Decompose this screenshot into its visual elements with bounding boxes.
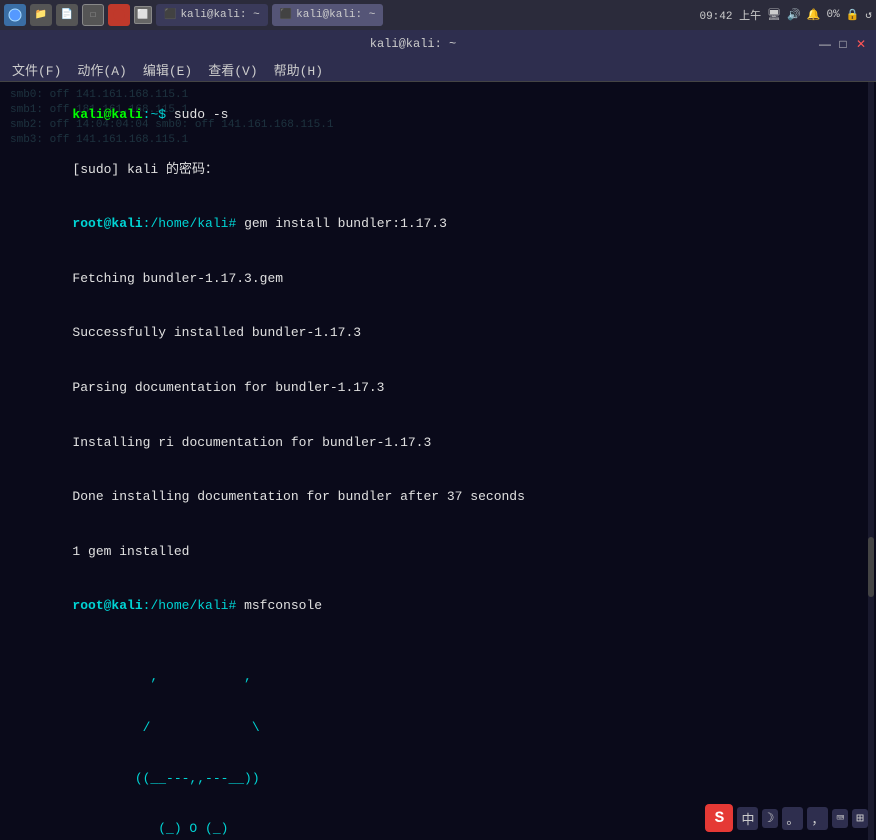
menu-action[interactable]: 动作(A) bbox=[69, 58, 134, 81]
close-button[interactable]: ✕ bbox=[854, 37, 868, 51]
line-sudo-cmd: kali@kali:~$ sudo -s bbox=[10, 88, 866, 143]
taskbar-tab-2[interactable]: ⬛ kali@kali: ~ bbox=[272, 4, 384, 26]
taskbar-icon-folder[interactable]: 📁 bbox=[30, 4, 52, 26]
scrollbar-thumb[interactable] bbox=[868, 537, 874, 597]
line-done-installing: Done installing documentation for bundle… bbox=[10, 470, 866, 525]
taskbar-icon-kali[interactable] bbox=[4, 4, 26, 26]
terminal-window: kali@kali: ~ — □ ✕ 文件(F) 动作(A) 编辑(E) 查看(… bbox=[0, 30, 876, 840]
minimize-button[interactable]: — bbox=[818, 37, 832, 51]
menu-help[interactable]: 帮助(H) bbox=[266, 58, 331, 81]
taskbar-icon-file[interactable]: 📄 bbox=[56, 4, 78, 26]
msf-logo-line4: ((__---,,---__)) bbox=[10, 754, 866, 805]
line-success-install: Successfully installed bundler-1.17.3 bbox=[10, 306, 866, 361]
taskbar-icon-browser[interactable]: ⬜ bbox=[134, 6, 152, 24]
maximize-button[interactable]: □ bbox=[836, 37, 850, 51]
menu-file[interactable]: 文件(F) bbox=[4, 58, 69, 81]
menubar: 文件(F) 动作(A) 编辑(E) 查看(V) 帮助(H) bbox=[0, 58, 876, 82]
taskbar: 📁 📄 □ ⬜ ⬛ kali@kali: ~ ⬛ kali@kali: ~ 09… bbox=[0, 0, 876, 30]
line-sudo-password: [sudo] kali 的密码： bbox=[10, 143, 866, 198]
taskbar-icon-square1[interactable]: □ bbox=[82, 4, 104, 26]
taskbar-time: 09:42 上午 🖥 🔊 🔔 0% 🔒 ↺ bbox=[699, 7, 872, 23]
line-gem-installed: 1 gem installed bbox=[10, 525, 866, 580]
taskbar-icon-kali2[interactable] bbox=[108, 4, 130, 26]
window-controls: — □ ✕ bbox=[818, 37, 868, 51]
msf-logo-line2: , , bbox=[10, 653, 866, 704]
line-installing-ri: Installing ri documentation for bundler-… bbox=[10, 415, 866, 470]
line-msfconsole-cmd: root@kali:/home/kali# msfconsole bbox=[10, 579, 866, 634]
msf-logo-line3: / \ bbox=[10, 703, 866, 754]
line-parsing-doc: Parsing documentation for bundler-1.17.3 bbox=[10, 361, 866, 416]
line-fetching: Fetching bundler-1.17.3.gem bbox=[10, 252, 866, 307]
menu-view[interactable]: 查看(V) bbox=[200, 58, 265, 81]
taskbar-tab-1[interactable]: ⬛ kali@kali: ~ bbox=[156, 4, 268, 26]
line-gem-cmd: root@kali:/home/kali# gem install bundle… bbox=[10, 197, 866, 252]
window-titlebar: kali@kali: ~ — □ ✕ bbox=[0, 30, 876, 58]
window-title: kali@kali: ~ bbox=[8, 37, 818, 51]
menu-edit[interactable]: 编辑(E) bbox=[135, 58, 200, 81]
terminal-body[interactable]: smb0: off 141.161.168.115.1 smb1: off 18… bbox=[0, 82, 876, 840]
scrollbar[interactable] bbox=[868, 82, 874, 840]
msf-logo-line1 bbox=[10, 636, 866, 653]
msf-logo-line5: (_) O (_) bbox=[10, 805, 866, 840]
